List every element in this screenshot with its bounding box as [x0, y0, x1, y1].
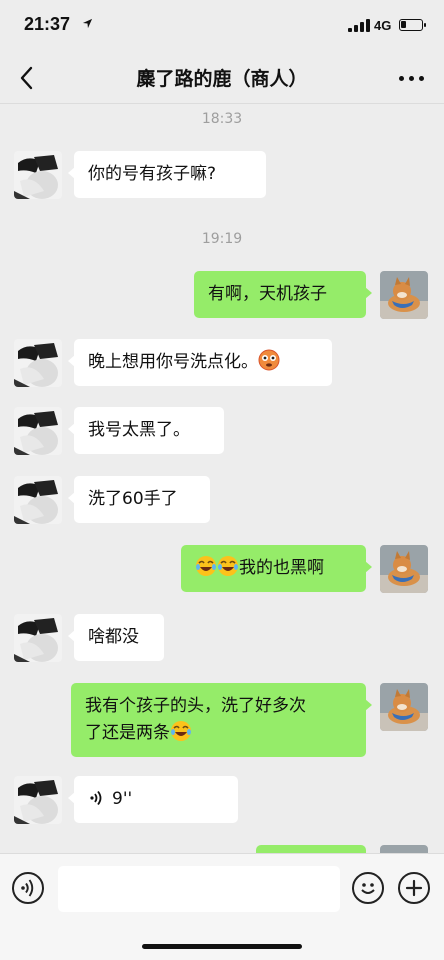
timestamp: 18:33 — [201, 111, 243, 127]
signal-icon — [348, 18, 370, 32]
ellipsis-icon[interactable] — [399, 76, 424, 81]
chat-area[interactable]: 18:33 你的号有孩子嘛? 19:19 有啊，天机孩子 晚上想用你号洗点化。 … — [0, 105, 444, 853]
avatar[interactable] — [380, 545, 428, 593]
status-bar: 21:37 4G — [0, 0, 444, 52]
avatar[interactable] — [14, 614, 62, 662]
message-text: 有啊，天机孩子 — [208, 284, 327, 304]
avatar[interactable] — [14, 776, 62, 824]
message-text: 我号太黑了。 — [88, 420, 190, 440]
avatar[interactable] — [380, 683, 428, 731]
voice-message-bubble[interactable]: 9'' — [68, 776, 238, 823]
message-text: 你的号有孩子嘛? — [88, 164, 217, 184]
message-bubble[interactable]: 啥都没 — [68, 614, 164, 661]
message-bubble[interactable]: 洗了60手了 — [68, 476, 210, 523]
voice-duration: 9'' — [112, 789, 133, 809]
timestamp: 19:19 — [201, 231, 243, 247]
nav-bar: 麋了路的鹿（商人） — [0, 52, 444, 104]
message-bubble[interactable]: 我有个孩子的头，洗了好多次 了还是两条 — [71, 683, 372, 757]
tears-of-joy-emoji — [218, 556, 238, 576]
message-bubble[interactable]: 我的也黑啊 — [181, 545, 372, 592]
tears-of-joy-emoji — [171, 721, 191, 741]
avatar[interactable] — [14, 339, 62, 387]
message-bubble[interactable]: 我号太黑了。 — [68, 407, 224, 454]
message-text-line: 我有个孩子的头，洗了好多次 — [85, 696, 306, 716]
location-arrow-icon — [82, 18, 93, 32]
message-text: 晚上想用你号洗点化。 — [88, 352, 258, 372]
avatar[interactable] — [14, 151, 62, 199]
plus-icon[interactable] — [398, 872, 430, 904]
message-text: 洗了60手了 — [88, 489, 178, 509]
tears-of-joy-emoji — [196, 556, 216, 576]
message-text-line: 了还是两条 — [85, 723, 170, 743]
avatar[interactable] — [14, 407, 62, 455]
message-text: 啥都没 — [88, 627, 139, 647]
message-bubble[interactable]: 有啊，天机孩子 — [194, 271, 372, 318]
message-bubble[interactable]: 你的号有孩子嘛? — [68, 151, 266, 198]
flushed-face-emoji — [258, 349, 280, 371]
message-bubble[interactable]: 晚上想用你号洗点化。 — [68, 339, 332, 386]
voice-icon[interactable] — [12, 872, 44, 904]
chat-title: 麋了路的鹿（商人） — [136, 68, 308, 90]
home-indicator — [142, 944, 302, 949]
message-text: 我的也黑啊 — [239, 558, 324, 578]
avatar[interactable] — [380, 845, 428, 853]
voice-wave-icon — [90, 790, 102, 806]
smiley-icon[interactable] — [352, 872, 384, 904]
status-time: 21:37 — [24, 14, 71, 34]
avatar[interactable] — [380, 271, 428, 319]
message-input[interactable] — [58, 866, 340, 912]
battery-icon — [399, 19, 426, 31]
network-label: 4G — [374, 18, 392, 33]
avatar[interactable] — [14, 476, 62, 524]
message-bubble[interactable] — [256, 845, 366, 853]
